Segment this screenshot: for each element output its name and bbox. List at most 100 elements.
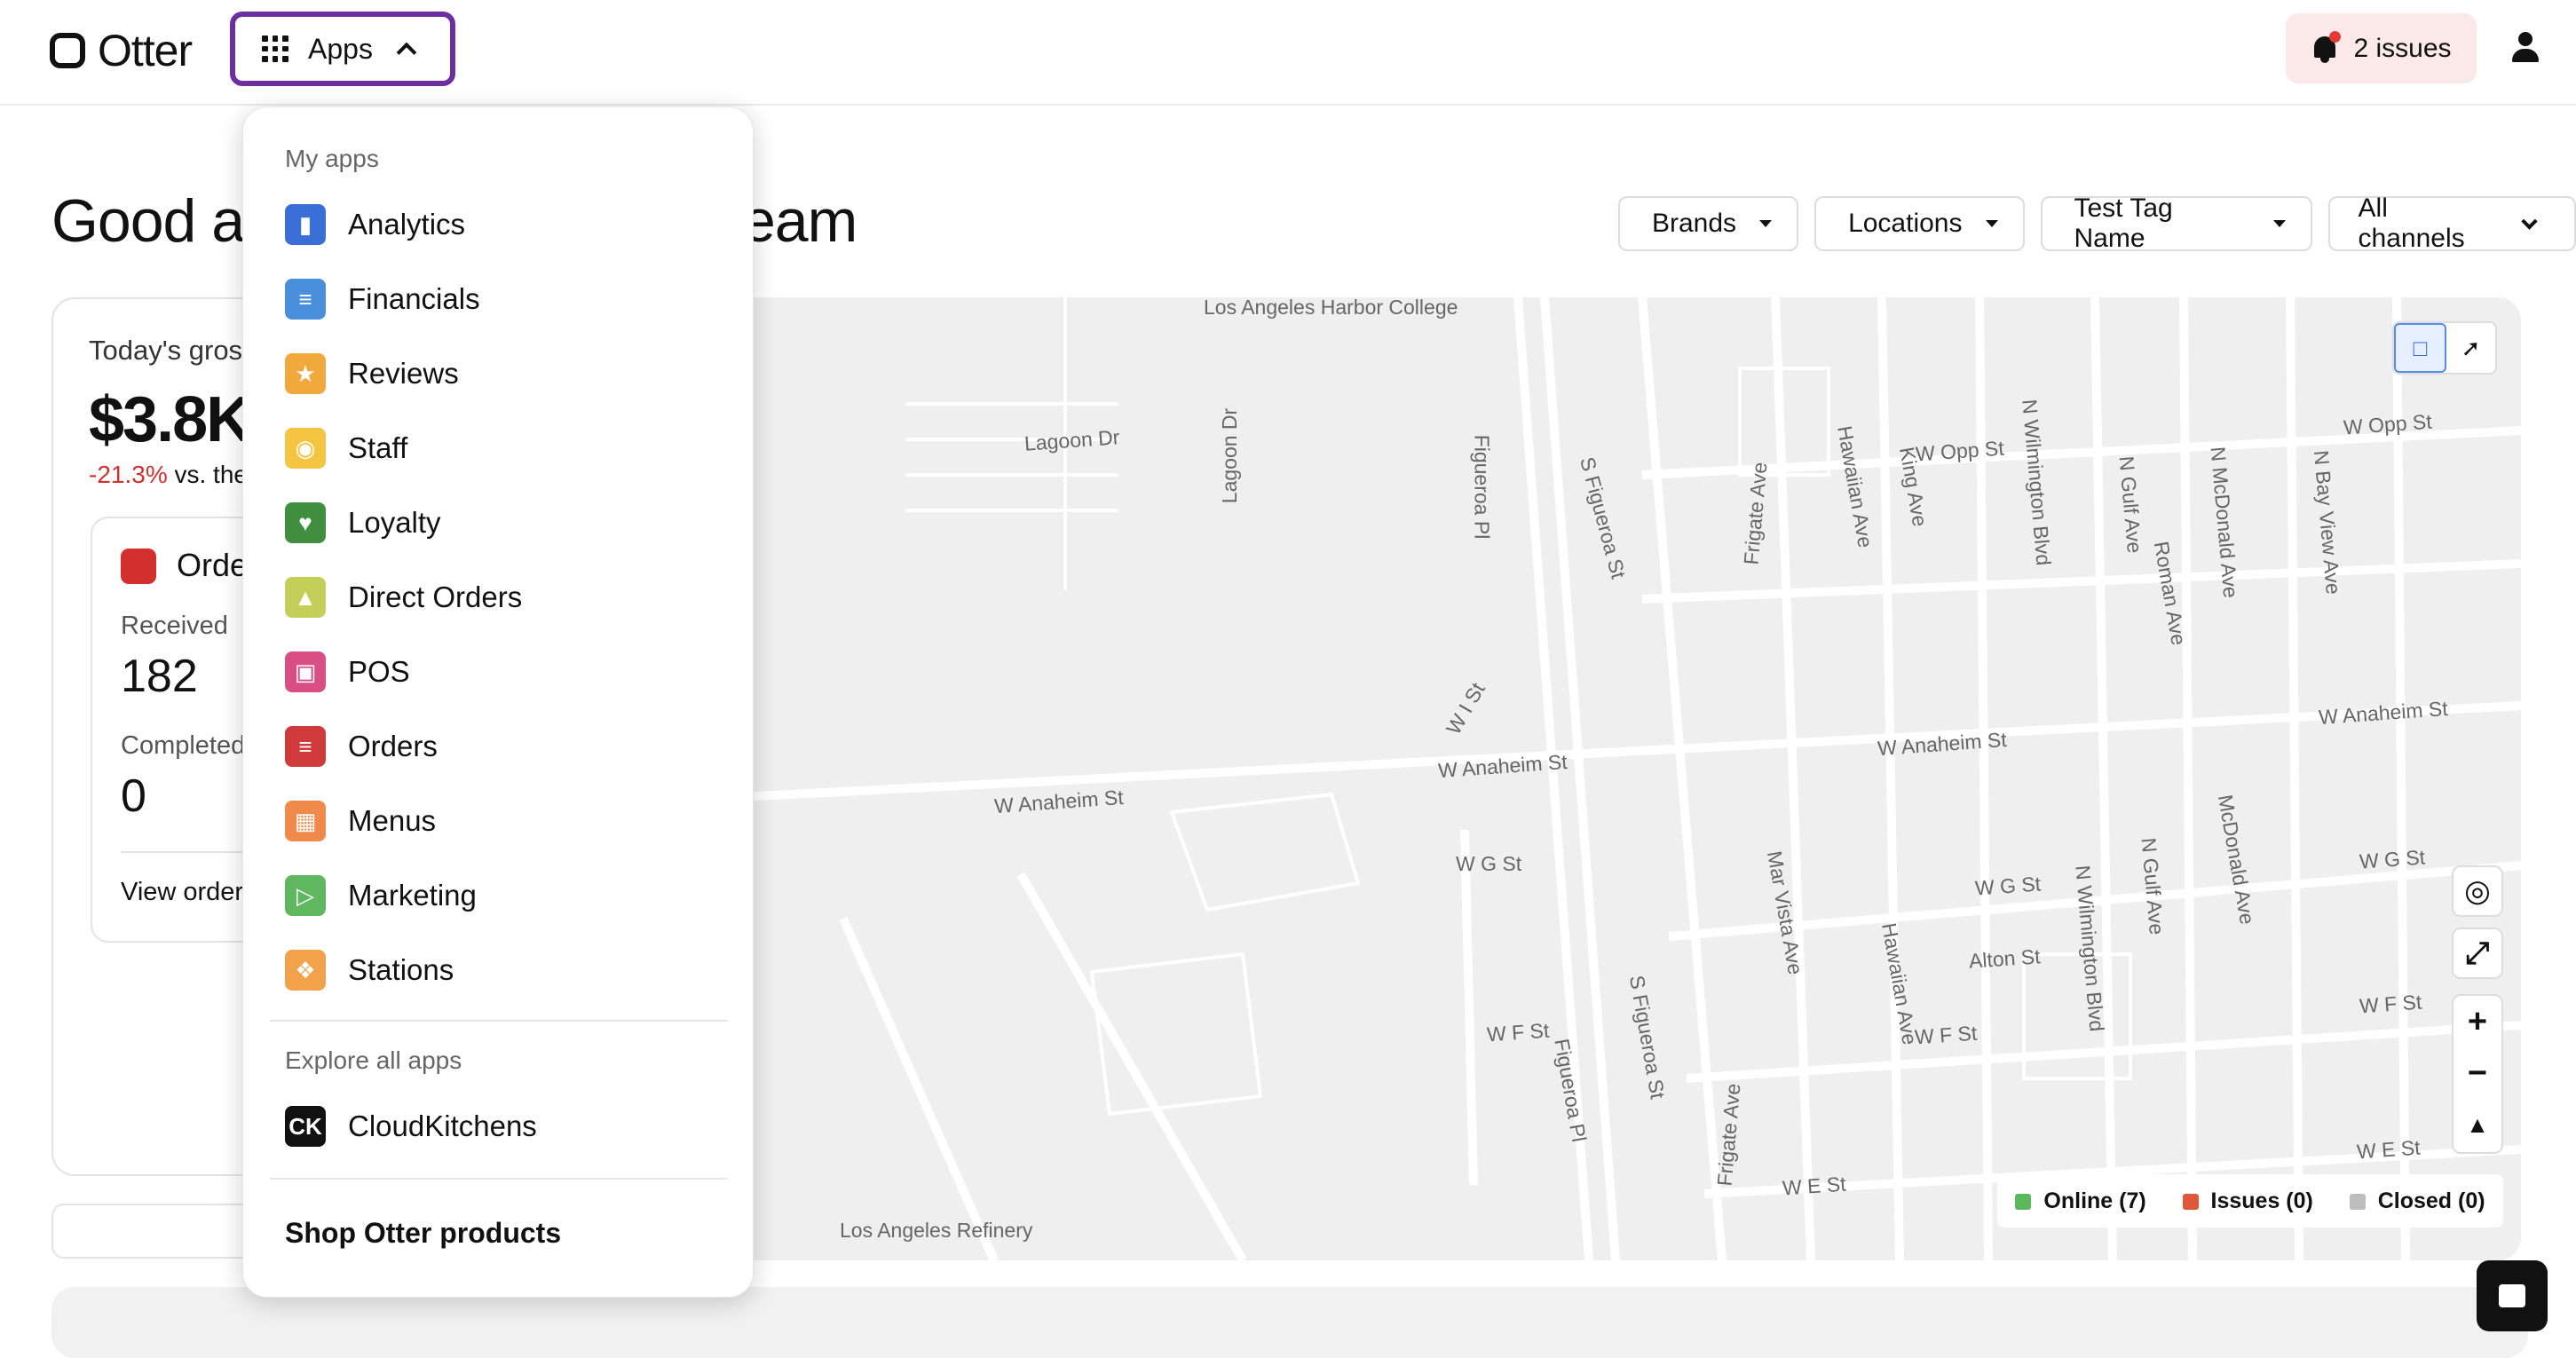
- map-label: W F St: [1486, 1018, 1551, 1046]
- cloudkitchens-icon: CK: [285, 1106, 326, 1147]
- received-value: 182: [121, 651, 198, 702]
- otter-logo[interactable]: Otter: [50, 25, 193, 76]
- app-item-label: Stations: [348, 953, 454, 986]
- filter-bar: Brands Locations Test Tag Name All chann…: [1618, 193, 2576, 253]
- map-label: W G St: [1456, 852, 1522, 875]
- divider: [270, 1020, 728, 1022]
- app-item-label: Menus: [348, 804, 437, 837]
- caret-down-icon: [1759, 220, 1773, 227]
- logo-text: Otter: [98, 26, 193, 75]
- map-label: Alton St: [1968, 944, 2042, 973]
- apps-dropdown: My apps ▮ Analytics ≡ Financials ★ Reviews ◉ St…: [242, 107, 754, 1298]
- tag-filter[interactable]: Test Tag Name: [2040, 193, 2312, 253]
- app-item-marketing[interactable]: ▷ Marketing: [285, 869, 477, 922]
- apps-button[interactable]: Apps: [230, 12, 455, 86]
- my-apps-heading: My apps: [285, 145, 379, 172]
- map-label: W G St: [2359, 845, 2426, 873]
- legend-label: Closed (0): [2377, 1188, 2485, 1213]
- chat-icon: [2499, 1284, 2525, 1307]
- app-item-stations[interactable]: ❖ Stations: [285, 943, 454, 997]
- stations-icon: ❖: [285, 950, 326, 991]
- app-item-direct-orders[interactable]: ▲ Direct Orders: [285, 571, 522, 624]
- change-value: -21.3%: [89, 461, 168, 488]
- map-label: Los Angeles Harbor College: [1204, 297, 1458, 319]
- app-item-label: Staff: [348, 431, 408, 464]
- orders-icon: ≡: [285, 726, 326, 767]
- explore-heading: Explore all apps: [285, 1046, 462, 1074]
- menus-icon: ▦: [285, 801, 326, 841]
- map-label: W E St: [1782, 1172, 1847, 1200]
- app-item-cloudkitchens[interactable]: CK CloudKitchens: [285, 1100, 537, 1153]
- app-item-label: Marketing: [348, 879, 477, 912]
- map-view-toggle: □ ➚: [2392, 321, 2497, 375]
- closed-swatch: [2349, 1193, 2366, 1210]
- caret-down-icon: [1985, 220, 1998, 227]
- app-item-reviews[interactable]: ★ Reviews: [285, 347, 459, 400]
- online-swatch: [2015, 1193, 2032, 1210]
- completed-value: 0: [121, 770, 146, 822]
- chart-view-icon[interactable]: ➚: [2446, 323, 2495, 373]
- chevron-up-icon: [396, 42, 417, 63]
- caret-down-icon: [2272, 220, 2286, 227]
- map-view-icon[interactable]: □: [2394, 323, 2446, 373]
- summary-value: $3.8K: [89, 384, 252, 455]
- app-item-loyalty[interactable]: ♥ Loyalty: [285, 496, 441, 549]
- map-label: W E St: [2356, 1135, 2422, 1164]
- issues-swatch: [2182, 1193, 2199, 1210]
- fullscreen-icon[interactable]: ⤢: [2452, 928, 2503, 979]
- issues-label: 2 issues: [2353, 33, 2452, 63]
- app-item-analytics[interactable]: ▮ Analytics: [285, 198, 465, 251]
- top-bar: Otter Apps 2 issues: [0, 0, 2576, 106]
- view-orders-link[interactable]: View orders: [121, 878, 257, 907]
- map-label: Los Angeles Refinery: [840, 1219, 1033, 1242]
- app-item-financials[interactable]: ≡ Financials: [285, 272, 480, 326]
- compass-icon[interactable]: ▲: [2454, 1099, 2501, 1150]
- star-icon: ★: [285, 353, 326, 394]
- app-item-label: Direct Orders: [348, 580, 523, 613]
- otter-logo-icon: [50, 33, 85, 68]
- app-item-menus[interactable]: ▦ Menus: [285, 794, 436, 848]
- map-legend: Online (7) Issues (0) Closed (0): [1997, 1174, 2503, 1228]
- app-item-label: Loyalty: [348, 506, 441, 539]
- user-icon[interactable]: [2510, 32, 2540, 64]
- pos-icon: ▣: [285, 651, 326, 692]
- zoom-out-icon[interactable]: −: [2454, 1047, 2501, 1099]
- divider: [270, 1178, 728, 1180]
- filter-label: All channels: [2358, 193, 2465, 253]
- shop-otter-link[interactable]: Shop Otter products: [285, 1217, 561, 1250]
- staff-icon: ◉: [285, 428, 326, 469]
- app-item-orders[interactable]: ≡ Orders: [285, 720, 438, 773]
- zoom-controls: + − ▲: [2452, 994, 2503, 1154]
- app-item-staff[interactable]: ◉ Staff: [285, 422, 407, 475]
- legend-closed: Closed (0): [2349, 1188, 2485, 1214]
- app-item-pos[interactable]: ▣ POS: [285, 645, 410, 699]
- zoom-in-icon[interactable]: +: [2454, 996, 2501, 1047]
- app-item-label: Analytics: [348, 208, 466, 241]
- filter-label: Brands: [1652, 209, 1737, 238]
- locate-icon[interactable]: ◎: [2452, 865, 2503, 917]
- cloche-icon: ▲: [285, 577, 326, 618]
- app-item-label: Financials: [348, 282, 480, 315]
- heart-icon: ♥: [285, 502, 326, 543]
- map-label: W G St: [1974, 872, 2042, 900]
- app-item-label: POS: [348, 655, 410, 688]
- chat-button[interactable]: [2477, 1260, 2548, 1331]
- app-item-label: Orders: [348, 730, 438, 762]
- megaphone-icon: ▷: [285, 875, 326, 916]
- channels-filter[interactable]: All channels: [2327, 193, 2576, 253]
- locations-map[interactable]: Los Angeles Harbor College Lagoon Dr Lag…: [444, 297, 2521, 1260]
- map-label: Figueroa Pl: [1470, 434, 1494, 540]
- locations-filter[interactable]: Locations: [1814, 196, 2025, 251]
- issues-button[interactable]: 2 issues: [2286, 13, 2477, 83]
- app-item-label: Reviews: [348, 357, 459, 390]
- brands-filter[interactable]: Brands: [1618, 196, 1799, 251]
- legend-label: Online (7): [2043, 1188, 2146, 1213]
- chevron-down-icon: [2521, 212, 2538, 230]
- apps-label: Apps: [308, 32, 373, 65]
- app-item-label: CloudKitchens: [348, 1109, 537, 1142]
- filter-label: Locations: [1848, 209, 1963, 238]
- bell-icon: [2311, 30, 2342, 65]
- legend-issues: Issues (0): [2182, 1188, 2313, 1214]
- map-label: W F St: [1914, 1021, 1979, 1049]
- analytics-icon: ▮: [285, 204, 326, 245]
